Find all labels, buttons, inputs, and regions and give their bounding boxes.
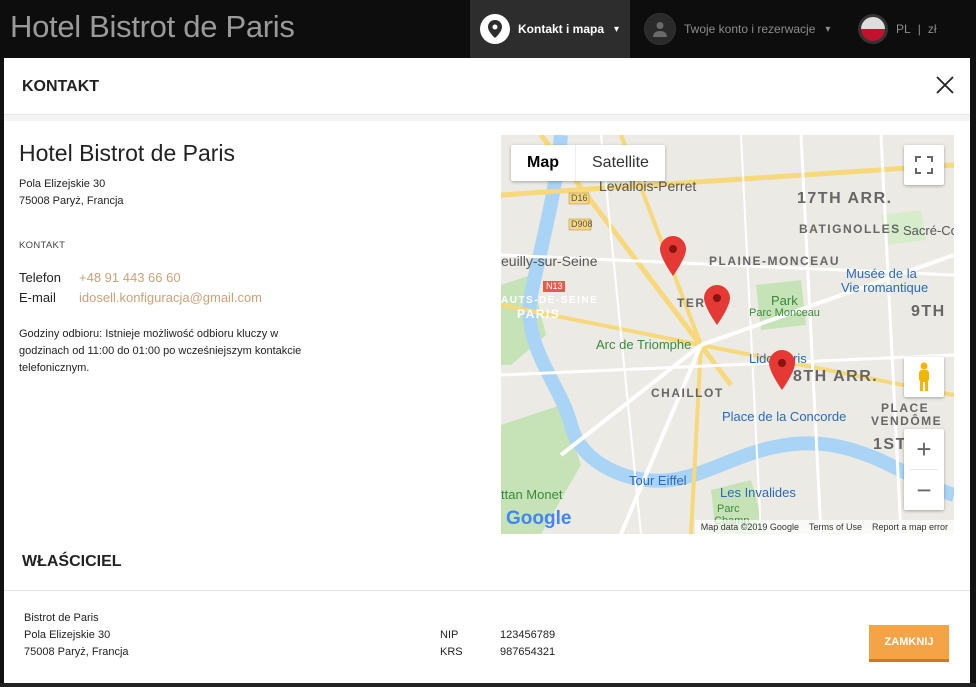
chevron-down-icon: ▾ xyxy=(825,23,831,35)
nip-row: NIP 123456789 xyxy=(440,627,555,644)
contact-section-label: KONTAKT xyxy=(19,240,66,251)
google-map[interactable]: D16 D908 N13 Levallois-Perret 17TH ARR. … xyxy=(501,135,954,534)
owner-name: Bistrot de Paris xyxy=(24,612,99,624)
phone-label: Telefon xyxy=(19,270,61,285)
owner-address-line2: 75008 Paryż, Francja xyxy=(24,646,129,658)
address-line2: 75008 Paryż, Francja xyxy=(19,195,124,207)
map-type-map-button[interactable]: Map xyxy=(511,145,575,181)
map-footer: Map data ©2019 Google Terms of Use Repor… xyxy=(694,520,954,534)
krs-row: KRS 987654321 xyxy=(440,644,555,661)
map-road-label: D908 xyxy=(571,219,593,229)
hotel-name: Hotel Bistrot de Paris xyxy=(19,140,236,166)
nav-account[interactable]: Twoje konto i rezerwacje ▾ xyxy=(644,0,830,58)
map-poi-label: ttan Monet xyxy=(501,487,563,502)
map-terms-link[interactable]: Terms of Use xyxy=(809,522,862,532)
contact-details: Telefon +48 91 443 66 60 E-mail idosell.… xyxy=(19,268,262,308)
map-district-label: AUTS-DE-SEINE xyxy=(501,295,599,306)
map-road-label: D16 xyxy=(571,193,588,203)
contact-modal: KONTAKT Hotel Bistrot de Paris Pola Eliz… xyxy=(4,58,970,683)
brand-title[interactable]: Hotel Bistrot de Paris xyxy=(10,9,295,45)
nav-contact-map[interactable]: Kontakt i mapa ▾ xyxy=(470,0,630,58)
map-district-label: PLAINE-MONCEAU xyxy=(709,254,840,268)
map-district-label: BATIGNOLLES xyxy=(799,222,901,236)
map-district-label: PLACE xyxy=(881,401,930,415)
owner-divider xyxy=(4,590,970,591)
map-report-link[interactable]: Report a map error xyxy=(872,522,948,532)
map-poi-label: Arc de Triomphe xyxy=(596,337,692,352)
zoom-out-button[interactable]: − xyxy=(904,470,944,510)
map-data-credit: Map data ©2019 Google xyxy=(700,522,799,532)
flag-poland-icon xyxy=(858,14,888,44)
map-district-label: PARIS xyxy=(517,307,561,321)
close-icon[interactable] xyxy=(934,74,956,96)
map-park-label: Park xyxy=(771,293,798,308)
map-pin-icon xyxy=(480,14,510,44)
map-road-label: N13 xyxy=(546,281,563,291)
map-poi-label: Musée de la xyxy=(846,266,917,281)
nav-language-label: PL xyxy=(896,22,911,36)
map-marker-icon[interactable] xyxy=(769,350,795,390)
map-poi-label: Les Invalides xyxy=(720,485,796,500)
google-logo-text: Google xyxy=(506,508,572,529)
map-park-label: Parc xyxy=(717,503,740,515)
map-district-label: CHAILLOT xyxy=(651,386,724,400)
map-park-label: Parc Monceau xyxy=(749,307,820,319)
map-marker-icon[interactable] xyxy=(660,236,686,276)
map-poi-label: Place de la Concorde xyxy=(722,409,847,424)
map-district-label: 17TH ARR. xyxy=(797,190,893,207)
modal-header: KONTAKT xyxy=(4,58,970,115)
map-type-control: Map Satellite xyxy=(511,145,665,181)
header-divider xyxy=(4,115,970,121)
map-poi-label: Tour Eiffel xyxy=(629,473,687,488)
map-place-label: euilly-sur-Seine xyxy=(501,253,598,269)
pickup-hours-text: Godziny odbioru: Istnieje możliwość odbi… xyxy=(19,328,302,374)
map-marker-icon[interactable] xyxy=(704,285,730,325)
map-poi-label: Vie romantique xyxy=(841,280,929,295)
phone-link[interactable]: +48 91 443 66 60 xyxy=(79,268,181,288)
hotel-address: Pola Elizejskie 30 75008 Paryż, Francja xyxy=(19,176,124,210)
nav-account-label: Twoje konto i rezerwacje xyxy=(684,22,816,36)
chevron-down-icon: ▾ xyxy=(614,23,620,35)
krs-label: KRS xyxy=(440,646,463,658)
owner-address: Bistrot de Paris Pola Elizejskie 30 7500… xyxy=(24,610,129,661)
map-place-label: Sacré-Co xyxy=(903,223,954,238)
zoom-in-button[interactable]: + xyxy=(904,429,944,469)
modal-title: KONTAKT xyxy=(22,78,100,95)
top-bar: Hotel Bistrot de Paris Kontakt i mapa ▾ … xyxy=(0,0,976,58)
google-logo[interactable]: Google xyxy=(506,508,571,530)
close-button[interactable]: ZAMKNIJ xyxy=(869,625,949,659)
owner-identifiers: NIP 123456789 KRS 987654321 xyxy=(440,627,555,661)
nav-language[interactable]: PL | zł xyxy=(858,0,936,58)
krs-value: 987654321 xyxy=(500,646,556,658)
email-label: E-mail xyxy=(19,290,56,305)
page-bottom-strip xyxy=(0,683,976,687)
nip-label: NIP xyxy=(440,629,459,641)
map-district-label: VENDÔME xyxy=(871,414,943,428)
fullscreen-icon[interactable] xyxy=(904,145,944,185)
user-icon xyxy=(644,13,676,45)
phone-row: Telefon +48 91 443 66 60 xyxy=(19,268,262,288)
map-district-label: 8TH ARR. xyxy=(793,368,879,385)
nav-currency-label: zł xyxy=(927,22,937,36)
email-row: E-mail idosell.konfiguracja@gmail.com xyxy=(19,288,262,308)
address-line1: Pola Elizejskie 30 xyxy=(19,178,106,190)
zoom-control: + − xyxy=(904,429,944,510)
owner-section-title: WŁAŚCICIEL xyxy=(22,553,122,570)
nav-contact-label: Kontakt i mapa xyxy=(518,22,605,36)
nip-value: 123456789 xyxy=(500,629,556,641)
pegman-icon[interactable] xyxy=(904,357,944,397)
owner-address-line1: Pola Elizejskie 30 xyxy=(24,629,111,641)
nav-separator: | xyxy=(917,22,921,36)
email-link[interactable]: idosell.konfiguracja@gmail.com xyxy=(79,288,262,308)
map-type-satellite-button[interactable]: Satellite xyxy=(575,145,665,181)
map-district-label: 9TH xyxy=(911,303,946,320)
